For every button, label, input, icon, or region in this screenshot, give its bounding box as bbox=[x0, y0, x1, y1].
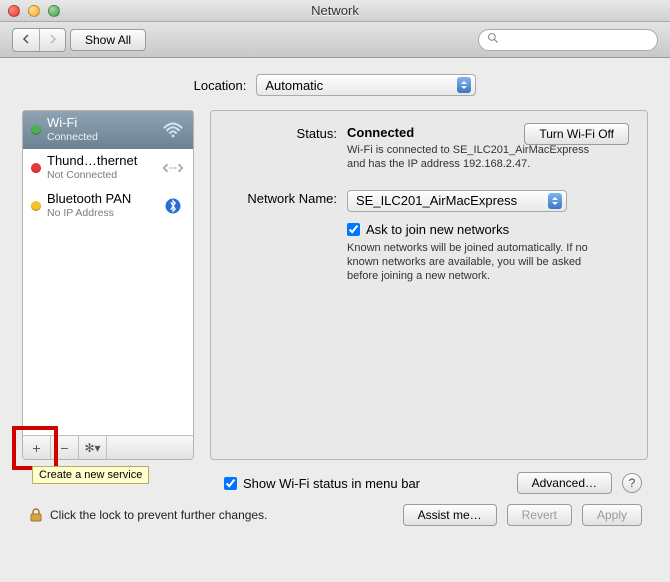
status-description: Wi-Fi is connected to SE_ILC201_AirMacEx… bbox=[347, 143, 607, 172]
tooltip-text: Create a new service bbox=[39, 469, 142, 481]
service-state: No IP Address bbox=[47, 207, 155, 219]
show-menubar-label: Show Wi-Fi status in menu bar bbox=[243, 476, 420, 491]
ask-to-join-description: Known networks will be joined automatica… bbox=[347, 241, 607, 284]
location-label: Location: bbox=[194, 78, 247, 93]
service-sidebar: Wi-Fi Connected Thund…thernet Not Connec… bbox=[22, 110, 194, 460]
status-label: Status: bbox=[229, 125, 337, 172]
network-name-popup[interactable]: SE_ILC201_AirMacExpress bbox=[347, 190, 567, 212]
remove-service-button[interactable]: − bbox=[51, 436, 79, 459]
show-menubar-checkbox[interactable] bbox=[224, 477, 237, 490]
window-title: Network bbox=[0, 3, 670, 18]
service-list: Wi-Fi Connected Thund…thernet Not Connec… bbox=[23, 111, 193, 435]
service-state: Not Connected bbox=[47, 169, 155, 181]
tooltip: Create a new service bbox=[32, 466, 149, 484]
status-dot-icon bbox=[31, 125, 41, 135]
location-value: Automatic bbox=[265, 78, 323, 93]
location-popup[interactable]: Automatic bbox=[256, 74, 476, 96]
advanced-button[interactable]: Advanced… bbox=[517, 472, 612, 494]
service-item-bluetooth-pan[interactable]: Bluetooth PAN No IP Address bbox=[23, 187, 193, 225]
search-field[interactable] bbox=[478, 29, 658, 51]
ask-to-join-label: Ask to join new networks bbox=[366, 222, 509, 237]
status-dot-icon bbox=[31, 163, 41, 173]
show-all-button[interactable]: Show All bbox=[70, 29, 146, 51]
network-name-label: Network Name: bbox=[229, 190, 337, 284]
assist-me-button[interactable]: Assist me… bbox=[403, 504, 497, 526]
popup-arrows-icon bbox=[548, 193, 562, 209]
lock-text: Click the lock to prevent further change… bbox=[50, 508, 267, 522]
help-button[interactable]: ? bbox=[622, 473, 642, 493]
ethernet-icon bbox=[161, 158, 185, 178]
service-name: Bluetooth PAN bbox=[47, 192, 155, 207]
wifi-icon bbox=[161, 120, 185, 140]
status-dot-icon bbox=[31, 201, 41, 211]
ask-to-join-checkbox[interactable] bbox=[347, 223, 360, 236]
nav-back-button[interactable] bbox=[13, 29, 39, 51]
revert-button[interactable]: Revert bbox=[507, 504, 572, 526]
nav-forward-button[interactable] bbox=[39, 29, 65, 51]
turn-wifi-off-button[interactable]: Turn Wi-Fi Off bbox=[524, 123, 629, 145]
bluetooth-icon bbox=[161, 196, 185, 216]
lock-icon[interactable] bbox=[28, 507, 44, 523]
apply-button[interactable]: Apply bbox=[582, 504, 642, 526]
service-item-wifi[interactable]: Wi-Fi Connected bbox=[23, 111, 193, 149]
service-item-thunderbolt-ethernet[interactable]: Thund…thernet Not Connected bbox=[23, 149, 193, 187]
search-icon bbox=[487, 32, 503, 47]
service-name: Wi-Fi bbox=[47, 116, 155, 131]
add-service-button[interactable]: + bbox=[23, 436, 51, 459]
service-name: Thund…thernet bbox=[47, 154, 155, 169]
service-state: Connected bbox=[47, 131, 155, 143]
network-name-value: SE_ILC201_AirMacExpress bbox=[356, 193, 517, 208]
status-value: Connected bbox=[347, 125, 414, 140]
popup-arrows-icon bbox=[457, 77, 471, 93]
detail-panel: Turn Wi-Fi Off Status: Connected Wi-Fi i… bbox=[210, 110, 648, 460]
nav-segmented bbox=[12, 28, 66, 52]
service-action-menu-button[interactable]: ✻▾ bbox=[79, 436, 107, 459]
